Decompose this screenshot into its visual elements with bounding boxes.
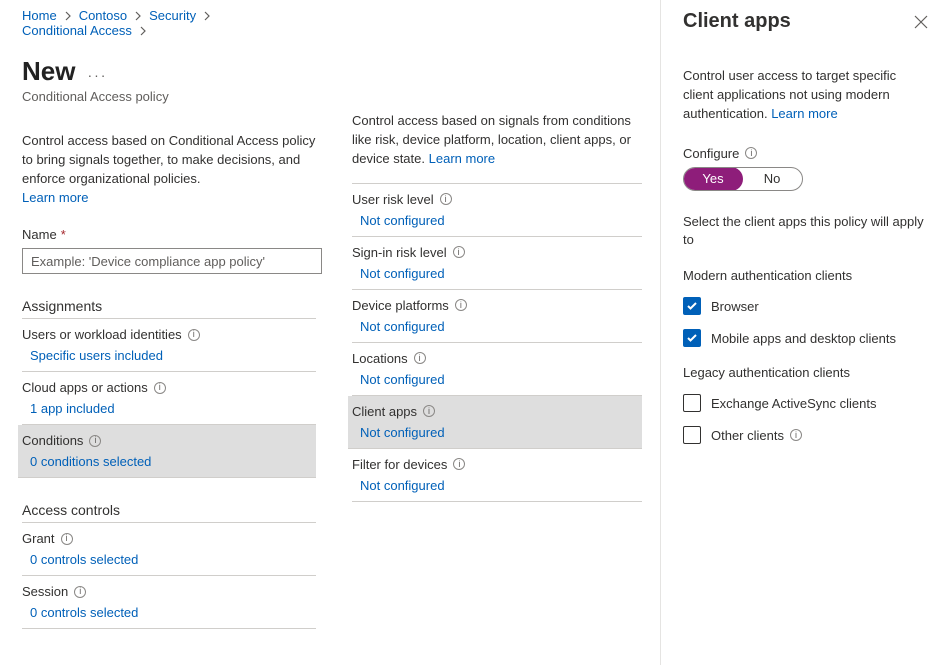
chevron-right-icon bbox=[63, 11, 73, 21]
cloud-apps-item[interactable]: Cloud apps or actions i 1 app included bbox=[22, 372, 316, 425]
filter-devices-value[interactable]: Not configured bbox=[360, 478, 642, 493]
page-subtitle: Conditional Access policy bbox=[22, 89, 316, 104]
conditions-label: Conditions bbox=[22, 433, 83, 448]
info-icon[interactable]: i bbox=[745, 147, 757, 159]
legacy-auth-group: Legacy authentication clients bbox=[683, 365, 928, 380]
user-risk-label: User risk level bbox=[352, 192, 434, 207]
modern-auth-group: Modern authentication clients bbox=[683, 268, 928, 283]
signin-risk-value[interactable]: Not configured bbox=[360, 266, 642, 281]
breadcrumb-home[interactable]: Home bbox=[22, 8, 57, 23]
signin-risk-item[interactable]: Sign-in risk level i Not configured bbox=[352, 237, 642, 290]
user-risk-item[interactable]: User risk level i Not configured bbox=[352, 184, 642, 237]
other-clients-label: Other clients i bbox=[711, 428, 802, 443]
breadcrumb: Home Contoso Security Conditional Access bbox=[22, 8, 316, 38]
client-apps-item[interactable]: Client apps i Not configured bbox=[348, 396, 642, 449]
cloud-apps-label: Cloud apps or actions bbox=[22, 380, 148, 395]
info-icon[interactable]: i bbox=[188, 329, 200, 341]
breadcrumb-security[interactable]: Security bbox=[149, 8, 196, 23]
info-icon[interactable]: i bbox=[89, 435, 101, 447]
info-icon[interactable]: i bbox=[453, 246, 465, 258]
access-controls-section: Access controls bbox=[22, 502, 316, 518]
conditions-item[interactable]: Conditions i 0 conditions selected bbox=[18, 425, 316, 478]
conditions-value[interactable]: 0 conditions selected bbox=[30, 454, 316, 469]
eas-checkbox[interactable] bbox=[683, 394, 701, 412]
client-apps-value[interactable]: Not configured bbox=[360, 425, 642, 440]
info-icon[interactable]: i bbox=[455, 299, 467, 311]
learn-more-link[interactable]: Learn more bbox=[22, 190, 88, 205]
session-item[interactable]: Session i 0 controls selected bbox=[22, 576, 316, 629]
filter-devices-label: Filter for devices bbox=[352, 457, 447, 472]
panel-title: Client apps bbox=[683, 10, 791, 33]
required-indicator: * bbox=[61, 227, 66, 242]
info-icon[interactable]: i bbox=[440, 193, 452, 205]
device-platforms-item[interactable]: Device platforms i Not configured bbox=[352, 290, 642, 343]
info-icon[interactable]: i bbox=[453, 458, 465, 470]
left-description: Control access based on Conditional Acce… bbox=[22, 133, 315, 186]
breadcrumb-conditional-access[interactable]: Conditional Access bbox=[22, 23, 132, 38]
info-icon[interactable]: i bbox=[414, 352, 426, 364]
learn-more-link[interactable]: Learn more bbox=[429, 151, 495, 166]
breadcrumb-contoso[interactable]: Contoso bbox=[79, 8, 127, 23]
browser-label: Browser bbox=[711, 299, 759, 314]
select-apps-text: Select the client apps this policy will … bbox=[683, 213, 928, 251]
device-platforms-value[interactable]: Not configured bbox=[360, 319, 642, 334]
grant-item[interactable]: Grant i 0 controls selected bbox=[22, 523, 316, 576]
grant-value[interactable]: 0 controls selected bbox=[30, 552, 316, 567]
session-value[interactable]: 0 controls selected bbox=[30, 605, 316, 620]
mobile-desktop-checkbox[interactable] bbox=[683, 329, 701, 347]
chevron-right-icon bbox=[133, 11, 143, 21]
device-platforms-label: Device platforms bbox=[352, 298, 449, 313]
locations-item[interactable]: Locations i Not configured bbox=[352, 343, 642, 396]
configure-toggle[interactable]: Yes No bbox=[683, 167, 803, 191]
user-risk-value[interactable]: Not configured bbox=[360, 213, 642, 228]
browser-checkbox[interactable] bbox=[683, 297, 701, 315]
grant-label: Grant bbox=[22, 531, 55, 546]
info-icon[interactable]: i bbox=[61, 533, 73, 545]
info-icon[interactable]: i bbox=[154, 382, 166, 394]
more-icon[interactable]: ··· bbox=[87, 68, 107, 82]
filter-devices-item[interactable]: Filter for devices i Not configured bbox=[352, 449, 642, 502]
learn-more-link[interactable]: Learn more bbox=[771, 106, 837, 121]
locations-value[interactable]: Not configured bbox=[360, 372, 642, 387]
assignments-section: Assignments bbox=[22, 298, 316, 314]
toggle-no[interactable]: No bbox=[742, 168, 802, 190]
mobile-desktop-label: Mobile apps and desktop clients bbox=[711, 331, 896, 346]
client-apps-label: Client apps bbox=[352, 404, 417, 419]
toggle-yes[interactable]: Yes bbox=[683, 167, 743, 191]
users-value[interactable]: Specific users included bbox=[30, 348, 316, 363]
chevron-right-icon bbox=[202, 11, 212, 21]
configure-label: Configure bbox=[683, 146, 739, 161]
cloud-apps-value[interactable]: 1 app included bbox=[30, 401, 316, 416]
info-icon[interactable]: i bbox=[423, 405, 435, 417]
locations-label: Locations bbox=[352, 351, 408, 366]
users-label: Users or workload identities bbox=[22, 327, 182, 342]
policy-name-input[interactable] bbox=[22, 248, 322, 274]
name-label: Name bbox=[22, 227, 57, 242]
session-label: Session bbox=[22, 584, 68, 599]
users-item[interactable]: Users or workload identities i Specific … bbox=[22, 319, 316, 372]
client-apps-panel: Client apps Control user access to targe… bbox=[660, 0, 948, 665]
signin-risk-label: Sign-in risk level bbox=[352, 245, 447, 260]
close-icon[interactable] bbox=[914, 15, 928, 29]
other-clients-checkbox[interactable] bbox=[683, 426, 701, 444]
page-title: New bbox=[22, 56, 75, 87]
eas-label: Exchange ActiveSync clients bbox=[711, 396, 876, 411]
info-icon[interactable]: i bbox=[790, 429, 802, 441]
chevron-right-icon bbox=[138, 26, 148, 36]
info-icon[interactable]: i bbox=[74, 586, 86, 598]
